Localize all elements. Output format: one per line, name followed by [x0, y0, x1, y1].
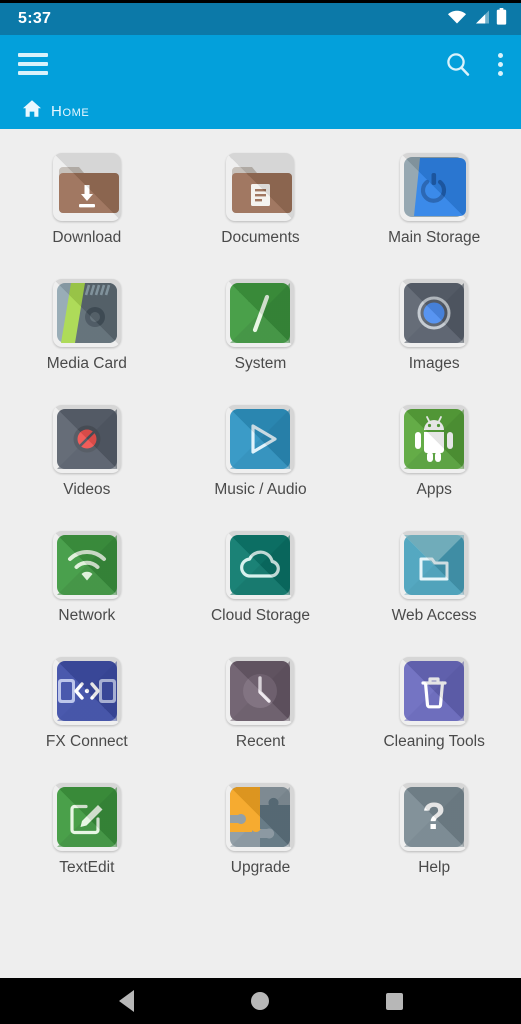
grid-item-upgrade[interactable]: Upgrade — [174, 771, 348, 897]
grid-item-label: Music / Audio — [214, 482, 306, 498]
status-icon-group — [447, 8, 507, 30]
grid-item-recent[interactable]: Recent — [174, 645, 348, 771]
grid-item-label: Images — [409, 356, 460, 372]
grid-item-cleaning-tools[interactable]: Cleaning Tools — [347, 645, 521, 771]
download-folder-icon — [53, 153, 121, 221]
wifi-icon — [447, 9, 467, 30]
grid-item-documents[interactable]: Documents — [174, 141, 348, 267]
grid-item-main-storage[interactable]: Main Storage — [347, 141, 521, 267]
shortcut-grid: Download — [0, 141, 521, 897]
grid-item-apps[interactable]: Apps — [347, 393, 521, 519]
grid-item-label: Help — [418, 860, 450, 876]
system-nav-bar — [0, 978, 521, 1024]
grid-item-label: Main Storage — [388, 230, 480, 246]
grid-item-label: Web Access — [392, 608, 477, 624]
grid-item-label: Cloud Storage — [211, 608, 310, 624]
grid-item-download[interactable]: Download — [0, 141, 174, 267]
home-nav-button[interactable] — [232, 978, 288, 1024]
phone-screen: 5:37 — [0, 0, 521, 1024]
grid-item-label: Network — [58, 608, 115, 624]
back-nav-button[interactable] — [99, 978, 155, 1024]
app-bar: Home — [0, 35, 521, 129]
app-bar-top-row — [0, 35, 521, 93]
network-wifi-icon — [53, 531, 121, 599]
media-card-icon — [53, 279, 121, 347]
grid-item-network[interactable]: Network — [0, 519, 174, 645]
grid-item-label: Videos — [63, 482, 110, 498]
grid-item-music-audio[interactable]: Music / Audio — [174, 393, 348, 519]
recents-nav-button[interactable] — [366, 978, 422, 1024]
overflow-menu-icon[interactable] — [498, 53, 503, 76]
grid-item-label: Download — [52, 230, 121, 246]
grid-item-textedit[interactable]: TextEdit — [0, 771, 174, 897]
grid-item-videos[interactable]: Videos — [0, 393, 174, 519]
cleaning-trash-icon — [400, 657, 468, 725]
cellular-signal-icon — [473, 9, 490, 30]
fx-connect-icon — [53, 657, 121, 725]
svg-text:?: ? — [423, 796, 446, 838]
battery-icon — [496, 8, 507, 30]
grid-item-label: Media Card — [47, 356, 127, 372]
grid-item-media-card[interactable]: Media Card — [0, 267, 174, 393]
grid-item-help[interactable]: ? Help — [347, 771, 521, 897]
grid-item-cloud-storage[interactable]: Cloud Storage — [174, 519, 348, 645]
breadcrumb-label: Home — [51, 103, 89, 120]
grid-item-web-access[interactable]: Web Access — [347, 519, 521, 645]
grid-item-label: Upgrade — [231, 860, 290, 876]
textedit-pencil-icon — [53, 783, 121, 851]
web-access-icon — [400, 531, 468, 599]
grid-item-system[interactable]: System — [174, 267, 348, 393]
grid-item-fx-connect[interactable]: FX Connect — [0, 645, 174, 771]
main-storage-icon — [400, 153, 468, 221]
grid-item-label: Apps — [416, 482, 451, 498]
breadcrumb[interactable]: Home — [0, 93, 521, 129]
home-icon — [22, 99, 42, 123]
grid-item-label: Cleaning Tools — [383, 734, 484, 750]
grid-item-label: TextEdit — [59, 860, 114, 876]
search-icon[interactable] — [445, 51, 472, 78]
file-browser-content: Download — [0, 129, 521, 978]
help-question-icon: ? — [400, 783, 468, 851]
app-bar-actions — [445, 51, 503, 78]
grid-item-label: Recent — [236, 734, 285, 750]
images-icon — [400, 279, 468, 347]
grid-item-label: System — [235, 356, 287, 372]
hamburger-menu-icon[interactable] — [18, 53, 48, 75]
status-bar: 5:37 — [0, 3, 521, 35]
grid-item-images[interactable]: Images — [347, 267, 521, 393]
apps-android-icon — [400, 405, 468, 473]
system-root-icon — [226, 279, 294, 347]
cloud-storage-icon — [226, 531, 294, 599]
status-clock: 5:37 — [18, 10, 51, 28]
recent-clock-icon — [226, 657, 294, 725]
videos-icon — [53, 405, 121, 473]
grid-item-label: Documents — [221, 230, 299, 246]
upgrade-puzzle-icon — [226, 783, 294, 851]
documents-folder-icon — [226, 153, 294, 221]
grid-item-label: FX Connect — [46, 734, 128, 750]
music-audio-icon — [226, 405, 294, 473]
